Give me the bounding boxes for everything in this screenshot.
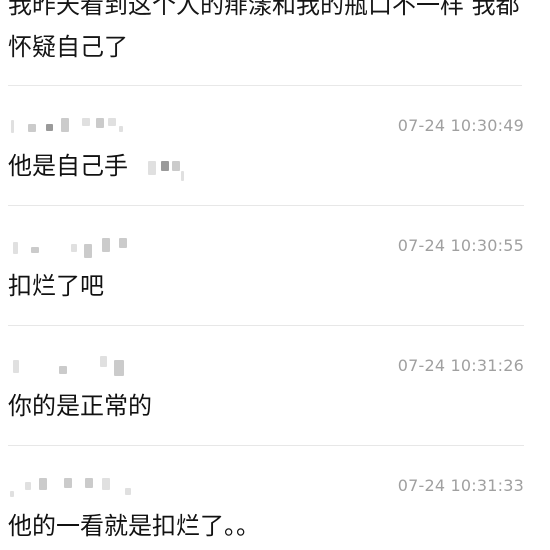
previous-comment-text: 我昨天看到这个人的痱漾和我的瓶口不一样 我都怀疑自己了 bbox=[8, 0, 520, 61]
redacted-username bbox=[8, 354, 148, 380]
comment-item-2[interactable]: 07-24 10:30:55 扣烂了吧 bbox=[8, 206, 524, 326]
comment-item-4[interactable]: 07-24 10:31:33 他的一看就是扣烂了。。 bbox=[8, 446, 524, 550]
comment-time: 07-24 10:30:55 bbox=[397, 236, 524, 255]
redacted-inline-text bbox=[144, 149, 186, 183]
comment-time: 07-24 10:31:26 bbox=[397, 356, 524, 375]
redacted-username bbox=[8, 114, 148, 140]
comment-text: 他的一看就是扣烂了。。 bbox=[8, 512, 260, 540]
comment-item-1[interactable]: 07-24 10:30:49 他是自己手 bbox=[8, 86, 524, 206]
comment-text: 你的是正常的 bbox=[8, 392, 152, 420]
redacted-username bbox=[8, 474, 148, 500]
comment-thread-screenshot: 我昨天看到这个人的痱漾和我的瓶口不一样 我都怀疑自己了 07-24 10:30:… bbox=[0, 0, 550, 550]
comment-item-3[interactable]: 07-24 10:31:26 你的是正常的 bbox=[8, 326, 524, 446]
comment-time: 07-24 10:31:33 bbox=[397, 476, 524, 495]
comment-text: 扣烂了吧 bbox=[8, 272, 104, 300]
redacted-username bbox=[8, 234, 148, 260]
comment-text: 他是自己手 bbox=[8, 152, 128, 180]
comment-time: 07-24 10:30:49 bbox=[397, 116, 524, 135]
